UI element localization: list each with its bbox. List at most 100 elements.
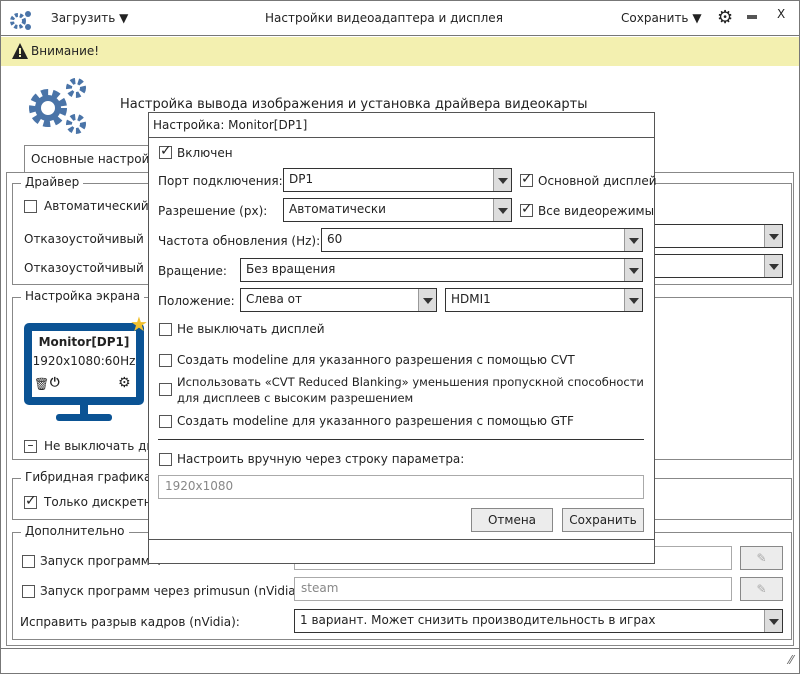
position-value: Слева от — [246, 292, 303, 306]
rotation-value: Без вращения — [246, 262, 336, 276]
gtf-modeline-label: Создать modeline для указанного разрешен… — [177, 414, 574, 428]
failsafe-driver-label-1: Отказоустойчивый др — [24, 232, 164, 246]
header-gears-icon — [29, 78, 86, 134]
failsafe-driver-label-2: Отказоустойчивый др — [24, 261, 164, 275]
caret-down-icon: ▼ — [119, 11, 129, 25]
resize-grip-icon[interactable]: ⁄⁄ — [789, 653, 793, 667]
dropdown-arrow-icon — [764, 255, 782, 277]
cvt-reduced-label-1: Использовать «CVT Reduced Blanking» умен… — [177, 375, 644, 389]
run1-checkbox[interactable] — [22, 555, 35, 568]
position-label: Положение: — [158, 294, 235, 308]
dropdown-arrow-icon — [493, 199, 511, 221]
dropdown-arrow-icon — [493, 169, 511, 191]
position-target-select[interactable]: HDMI1 — [445, 288, 643, 312]
warning-icon — [12, 43, 28, 59]
dialog-title: Настройка: Monitor[DP1] — [149, 113, 654, 138]
edit-icon: ✎ — [756, 551, 767, 565]
primary-display-checkbox[interactable] — [520, 174, 533, 187]
monitor-card[interactable]: Monitor[DP1] 1920x1080:60Hz 🗑 ⏻ ⚙ — [24, 323, 144, 405]
manual-param-input[interactable]: 1920x1080 — [158, 475, 644, 499]
all-modes-label: Все видеорежимы — [538, 204, 655, 218]
manual-param-checkbox[interactable] — [159, 453, 172, 466]
header-subtitle: Настройка вывода изображения и установка… — [120, 97, 588, 112]
warning-bar[interactable]: Внимание! — [1, 37, 799, 66]
keep-on-checkbox[interactable]: – — [24, 439, 37, 453]
trash-icon[interactable]: 🗑 — [34, 377, 49, 391]
run1-edit-button[interactable]: ✎ — [740, 546, 783, 570]
title-bar: Загрузить ▼ Настройки видеоадаптера и ди… — [1, 1, 799, 36]
auto-driver-checkbox[interactable] — [24, 200, 37, 213]
hybrid-group-title: Гибридная графика — [21, 470, 156, 484]
load-menu-button[interactable]: Загрузить ▼ — [51, 11, 128, 25]
port-label: Порт подключения: — [158, 174, 283, 188]
resolution-select[interactable]: Автоматически — [283, 198, 512, 222]
app-gear-icon — [10, 11, 31, 30]
port-select[interactable]: DP1 — [283, 168, 512, 192]
tearing-value: 1 вариант. Может снизить производительно… — [300, 613, 656, 627]
refresh-rate-value: 60 — [327, 232, 343, 246]
run2-checkbox[interactable] — [22, 585, 35, 598]
keep-display-on-label: Не выключать дисплей — [177, 322, 325, 336]
manual-param-label: Настроить вручную через строку параметра… — [177, 452, 465, 466]
run2-label: Запуск программ через primusun (nVidia): — [40, 584, 305, 598]
primary-display-label: Основной дисплей — [538, 174, 657, 188]
dropdown-arrow-icon — [624, 229, 642, 251]
power-icon[interactable]: ⏻ — [50, 375, 60, 390]
caret-down-icon: ▼ — [692, 11, 702, 25]
settings-gear-icon[interactable]: ⚙ — [717, 7, 733, 28]
dropdown-arrow-icon — [624, 259, 642, 281]
resolution-value: Автоматически — [289, 202, 386, 216]
dropdown-arrow-icon — [764, 610, 782, 632]
dropdown-arrow-icon — [418, 289, 436, 311]
minimize-button[interactable] — [747, 15, 757, 19]
resolution-label: Разрешение (px): — [158, 204, 268, 218]
dropdown-arrow-icon — [624, 289, 642, 311]
monitor-settings-dialog: Настройка: Monitor[DP1] Включен Порт под… — [148, 112, 657, 564]
run2-input[interactable]: steam — [294, 577, 732, 601]
all-modes-checkbox[interactable] — [520, 204, 533, 217]
divider — [158, 439, 644, 440]
cvt-reduced-checkbox[interactable] — [159, 383, 172, 396]
cvt-modeline-checkbox[interactable] — [159, 354, 172, 367]
monitor-mode: 1920x1080:60Hz — [32, 354, 136, 368]
cancel-button[interactable]: Отмена — [471, 508, 553, 532]
edit-icon: ✎ — [756, 582, 767, 596]
port-value: DP1 — [289, 172, 314, 186]
dialog-footer-divider — [149, 539, 654, 540]
discrete-only-checkbox[interactable] — [24, 496, 37, 509]
discrete-only-label: Только дискретно — [44, 495, 159, 509]
monitor-base — [56, 414, 112, 421]
save-button[interactable]: Сохранить — [562, 508, 644, 532]
cvt-modeline-label: Создать modeline для указанного разрешен… — [177, 353, 575, 367]
rotation-label: Вращение: — [158, 264, 227, 278]
save-menu-button[interactable]: Сохранить ▼ — [621, 11, 702, 25]
refresh-rate-label: Частота обновления (Hz): — [158, 234, 321, 248]
close-button[interactable]: X — [777, 7, 785, 21]
cvt-reduced-label-2: для дисплеев с высоким разрешением — [177, 391, 414, 405]
failsafe-driver-select-1[interactable] — [640, 224, 783, 248]
tearing-label: Исправить разрыв кадров (nVidia): — [20, 615, 240, 629]
position-select[interactable]: Слева от — [240, 288, 437, 312]
enabled-checkbox[interactable] — [159, 146, 172, 159]
refresh-rate-select[interactable]: 60 — [321, 228, 643, 252]
enabled-label: Включен — [177, 146, 233, 160]
tab-main-settings[interactable]: Основные настройки — [24, 145, 154, 173]
keep-on-label: Не выключать ди — [44, 439, 155, 453]
extra-group-title: Дополнительно — [21, 524, 129, 538]
failsafe-driver-select-2[interactable] — [640, 254, 783, 278]
screen-group-title: Настройка экрана — [21, 289, 145, 303]
gtf-modeline-checkbox[interactable] — [159, 415, 172, 428]
run2-edit-button[interactable]: ✎ — [740, 577, 783, 601]
save-label: Сохранить — [621, 11, 689, 25]
load-label: Загрузить — [51, 11, 116, 25]
tearing-select[interactable]: 1 вариант. Может снизить производительно… — [294, 609, 783, 633]
auto-driver-label: Автоматический в — [44, 199, 160, 213]
run1-label: Запуск программ ч — [40, 554, 161, 568]
driver-group-title: Драйвер — [21, 175, 84, 189]
window-title: Настройки видеоадаптера и дисплея — [265, 11, 503, 25]
gear-icon[interactable]: ⚙ — [118, 375, 131, 391]
dropdown-arrow-icon — [764, 225, 782, 247]
rotation-select[interactable]: Без вращения — [240, 258, 643, 282]
keep-display-on-checkbox[interactable] — [159, 323, 172, 336]
warning-text: Внимание! — [31, 44, 100, 58]
